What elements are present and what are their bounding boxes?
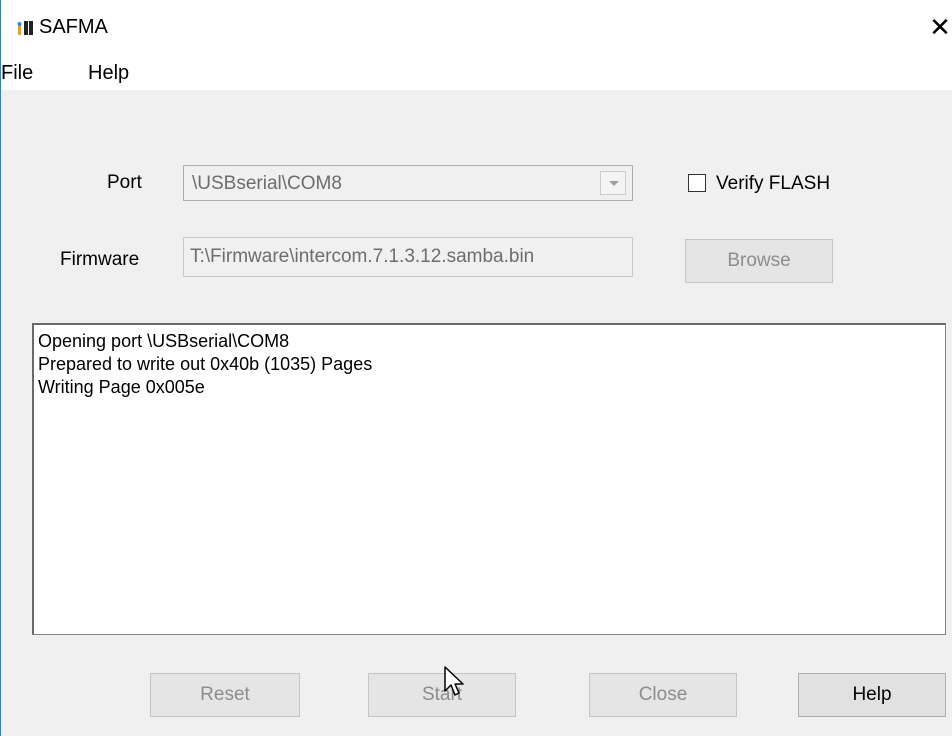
port-combobox-value: \USBserial\COM8 (192, 173, 342, 194)
reset-button[interactable]: Reset (150, 673, 300, 717)
menu-bar: File Help (1, 56, 952, 90)
verify-flash-checkbox[interactable] (688, 174, 706, 192)
verify-flash-label[interactable]: Verify FLASH (716, 173, 830, 195)
window-title: SAFMA (39, 16, 108, 38)
port-label: Port (107, 172, 142, 193)
log-output[interactable]: Opening port \USBserial\COM8 Prepared to… (32, 323, 946, 635)
chevron-down-icon[interactable] (600, 171, 626, 195)
app-icon (17, 21, 33, 35)
firmware-path-value: T:\Firmware\intercom.7.1.3.12.samba.bin (190, 246, 535, 267)
mouse-pointer-icon (444, 666, 464, 696)
log-line: Prepared to write out 0x40b (1035) Pages (38, 354, 373, 374)
log-line: Opening port \USBserial\COM8 (38, 331, 290, 351)
help-button[interactable]: Help (798, 673, 946, 717)
close-window-icon[interactable]: ✕ (928, 14, 952, 42)
close-button[interactable]: Close (589, 673, 737, 717)
firmware-path-field[interactable]: T:\Firmware\intercom.7.1.3.12.samba.bin (183, 237, 633, 277)
browse-button[interactable]: Browse (685, 239, 833, 283)
menu-item-file[interactable]: File (1, 62, 33, 85)
port-combobox[interactable]: \USBserial\COM8 (183, 165, 633, 201)
firmware-label: Firmware (60, 249, 140, 270)
log-line: Writing Page 0x005e (38, 377, 205, 397)
title-bar: SAFMA ✕ (1, 0, 952, 56)
menu-item-help[interactable]: Help (88, 62, 129, 85)
